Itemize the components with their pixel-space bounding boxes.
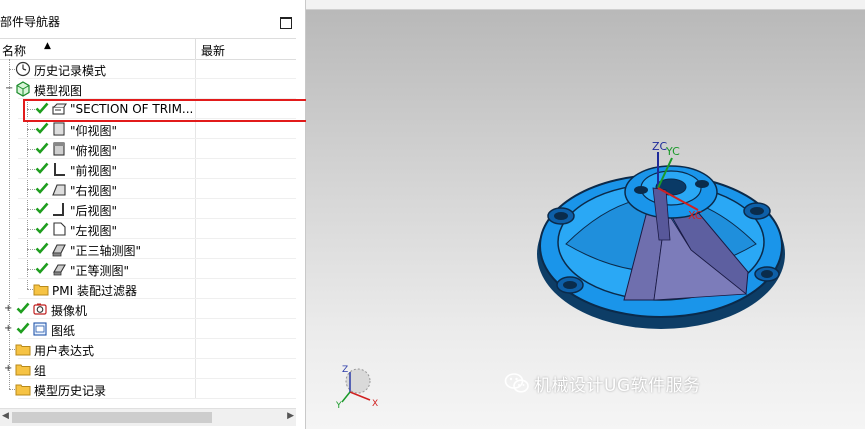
top-view-icon xyxy=(53,142,65,156)
tree-item-left-view[interactable]: "左视图" xyxy=(0,219,296,239)
expand-icon[interactable]: + xyxy=(4,324,12,334)
collapse-icon[interactable]: − xyxy=(5,84,13,94)
tree-item-label: "左视图" xyxy=(70,224,118,238)
checkmark-icon[interactable] xyxy=(35,161,49,175)
sort-ascending-icon[interactable]: ▲ xyxy=(44,41,51,51)
highlight-annotation-box xyxy=(23,99,349,122)
trimetric-view-icon xyxy=(52,244,66,257)
expand-icon[interactable]: + xyxy=(4,304,12,314)
tree-item-label: "正三轴测图" xyxy=(70,244,142,258)
triad-x-label: X xyxy=(372,399,378,409)
isometric-view-icon xyxy=(53,264,66,276)
tree-item-label: "右视图" xyxy=(70,184,118,198)
tree-item-model-history[interactable]: 模型历史记录 xyxy=(0,379,296,399)
tree-item-user-expressions[interactable]: 用户表达式 xyxy=(0,339,296,359)
horizontal-scrollbar[interactable]: ◀ ▶ xyxy=(0,408,296,426)
right-view-icon xyxy=(52,184,66,196)
tree-item-label: "俯视图" xyxy=(70,144,118,158)
viewport-top-border xyxy=(306,0,865,10)
tree-item-label: 摄像机 xyxy=(51,304,88,318)
checkmark-icon[interactable] xyxy=(35,181,49,195)
scroll-right-icon[interactable]: ▶ xyxy=(287,411,294,421)
tree-item-bottom-view[interactable]: "仰视图" xyxy=(0,119,296,139)
checkmark-icon[interactable] xyxy=(16,321,30,335)
column-latest-header[interactable]: 最新 xyxy=(201,42,225,59)
tree-item-label: 模型视图 xyxy=(34,84,83,98)
graphics-viewport[interactable]: ZC YC XC Z Y X xyxy=(306,0,865,429)
tree-item-cameras[interactable]: + 摄像机 xyxy=(0,299,296,319)
triad-y-label: Y xyxy=(335,401,342,411)
tree-item-front-view[interactable]: "前视图" xyxy=(0,159,296,179)
tree-item-groups[interactable]: + 组 xyxy=(0,359,296,379)
folder-icon xyxy=(15,364,31,376)
triad-z-label: Z xyxy=(342,365,348,375)
tree-item-label: 组 xyxy=(34,364,47,378)
expand-icon[interactable]: + xyxy=(4,364,12,374)
folder-icon xyxy=(15,344,31,356)
tree-item-label: 历史记录模式 xyxy=(34,64,107,78)
scroll-left-icon[interactable]: ◀ xyxy=(2,411,9,421)
column-divider[interactable] xyxy=(195,39,196,59)
checkmark-icon[interactable] xyxy=(35,141,49,155)
checkmark-icon[interactable] xyxy=(35,241,49,255)
left-view-icon xyxy=(53,222,66,236)
bottom-view-icon xyxy=(53,122,65,136)
tree-item-model-views[interactable]: − 模型视图 xyxy=(0,79,296,99)
tree-item-trimetric-view[interactable]: "正三轴测图" xyxy=(0,239,296,259)
tree-item-label: "正等测图" xyxy=(70,264,130,278)
back-view-icon xyxy=(53,203,64,216)
tree-item-label: "后视图" xyxy=(70,204,118,218)
front-view-icon xyxy=(54,163,65,176)
scrollbar-thumb[interactable] xyxy=(12,412,212,423)
checkmark-icon[interactable] xyxy=(35,121,49,135)
tree-item-right-view[interactable]: "右视图" xyxy=(0,179,296,199)
tree-item-back-view[interactable]: "后视图" xyxy=(0,199,296,219)
checkmark-icon[interactable] xyxy=(35,261,49,275)
tree-item-isometric-view[interactable]: "正等测图" xyxy=(0,259,296,279)
model-render: ZC YC XC Z Y X xyxy=(335,140,785,411)
maximize-icon[interactable] xyxy=(280,17,292,29)
folder-icon xyxy=(15,384,31,396)
tree-item-label: 用户表达式 xyxy=(34,344,95,358)
drawing-sheet-icon xyxy=(33,322,47,336)
tree-item-label: "前视图" xyxy=(70,164,118,178)
checkmark-icon[interactable] xyxy=(35,201,49,215)
navigator-title: 部件导航器 xyxy=(0,15,61,29)
folder-icon xyxy=(33,284,49,296)
tree-item-top-view[interactable]: "俯视图" xyxy=(0,139,296,159)
clock-icon xyxy=(15,61,31,77)
camera-icon xyxy=(33,303,47,315)
column-name-header[interactable]: 名称 xyxy=(2,42,26,59)
part-navigator-panel: 部件导航器 名称 ▲ 最新 历史记录模式 − 模型视图 "SECTION OF … xyxy=(0,0,306,429)
tree-item-label: 图纸 xyxy=(51,324,76,338)
wcs-xc-label: XC xyxy=(688,209,703,222)
watermark-text: 机械设计UG软件服务 xyxy=(534,376,701,396)
column-header: 名称 ▲ 最新 xyxy=(0,38,296,60)
tree-item-history-mode[interactable]: 历史记录模式 xyxy=(0,59,296,79)
model-views-icon xyxy=(16,81,30,97)
tree-item-label: "仰视图" xyxy=(70,124,118,138)
checkmark-icon[interactable] xyxy=(16,301,30,315)
tree-item-label: 模型历史记录 xyxy=(34,384,107,398)
tree-item-pmi-filter[interactable]: PMI 装配过滤器 xyxy=(0,279,296,299)
checkmark-icon[interactable] xyxy=(35,221,49,235)
wechat-icon xyxy=(504,373,529,393)
tree-item-drawings[interactable]: + 图纸 xyxy=(0,319,296,339)
wcs-yc-label: YC xyxy=(665,145,680,158)
tree-item-label: PMI 装配过滤器 xyxy=(52,284,137,298)
